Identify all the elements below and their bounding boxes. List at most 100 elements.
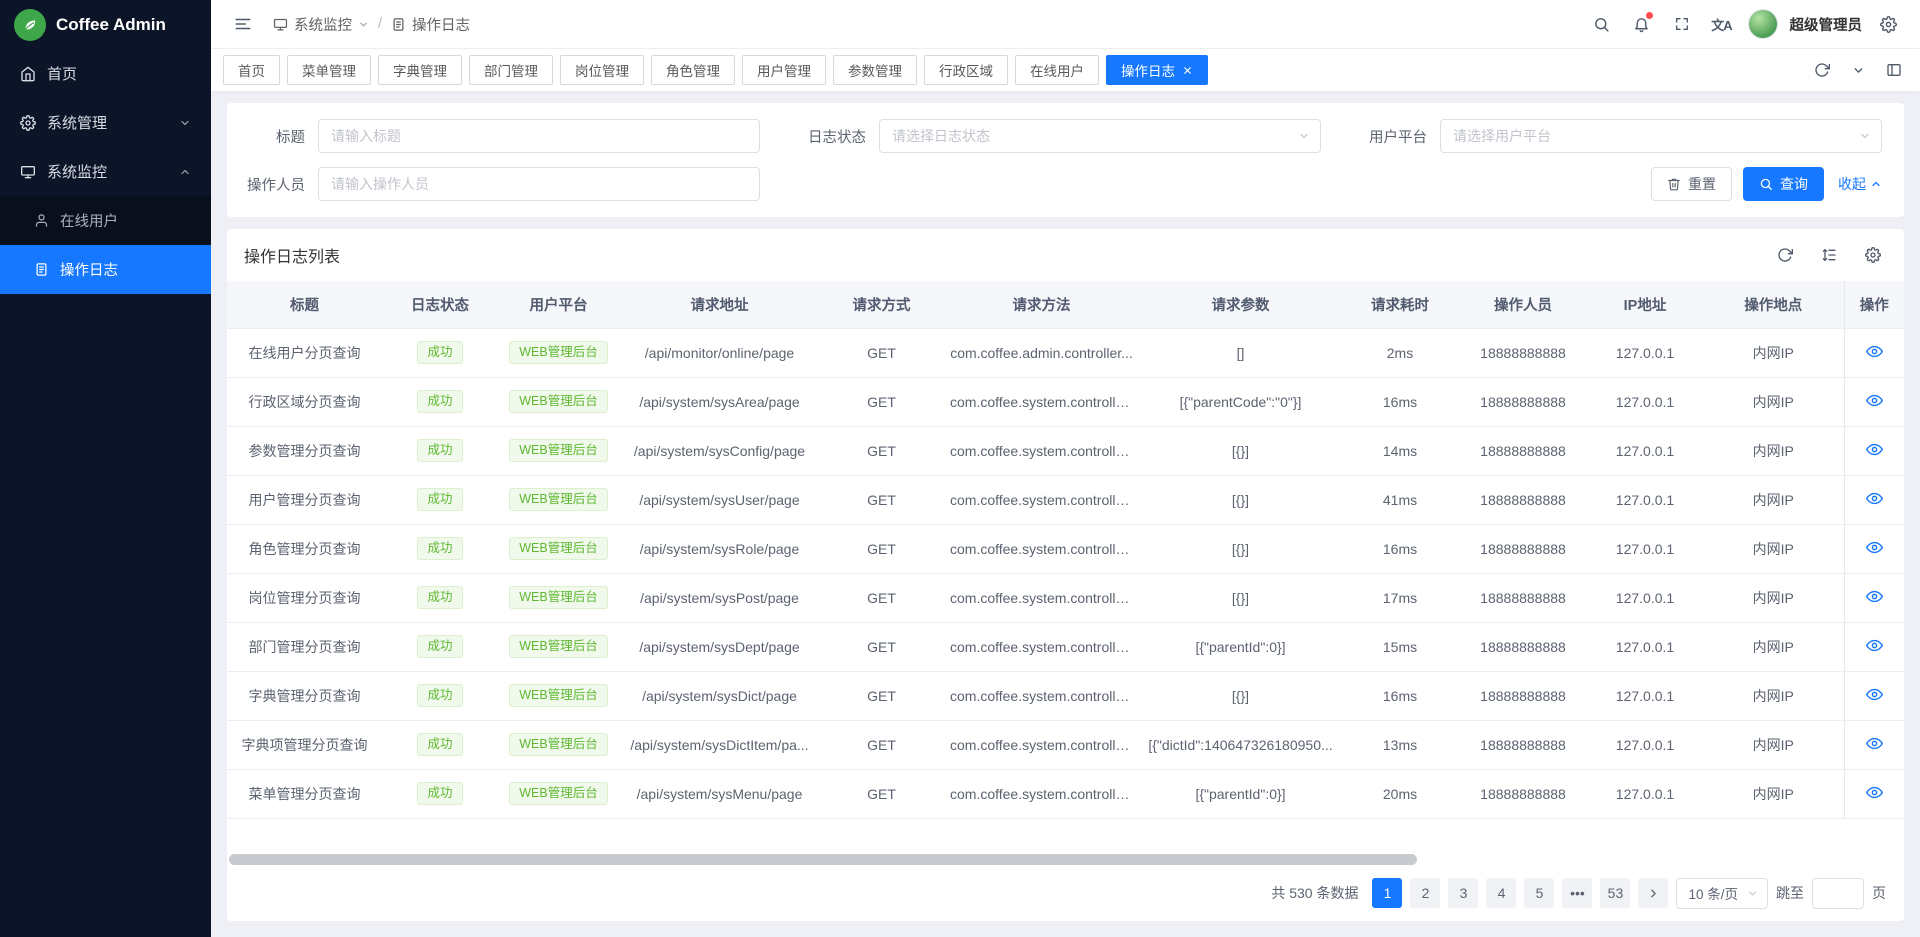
search-button[interactable]: 查询 [1743, 167, 1824, 201]
page-button[interactable]: 53 [1600, 878, 1630, 908]
sidebar-item-home[interactable]: 首页 [0, 49, 211, 98]
tab[interactable]: 菜单管理 [287, 55, 371, 85]
tab[interactable]: 首页 [223, 55, 280, 85]
cell-platform: WEB管理后台 [498, 475, 619, 524]
table-row: 用户管理分页查询成功WEB管理后台/api/system/sysUser/pag… [227, 475, 1904, 524]
cell-operator: 18888888888 [1459, 524, 1587, 573]
filter-operator-input[interactable] [318, 167, 760, 201]
cell-ip: 127.0.0.1 [1587, 524, 1703, 573]
cell-operator: 18888888888 [1459, 426, 1587, 475]
view-detail-icon[interactable] [1866, 784, 1883, 801]
status-badge: 成功 [417, 488, 462, 512]
select-placeholder: 请选择用户平台 [1453, 126, 1859, 146]
cell-status: 成功 [382, 573, 498, 622]
cell-handler: com.coffee.system.controlle... [943, 769, 1140, 818]
view-detail-icon[interactable] [1866, 343, 1883, 360]
collapse-link[interactable]: 收起 [1838, 174, 1882, 194]
table-settings-icon[interactable] [1859, 241, 1887, 269]
jump-page-input[interactable] [1812, 878, 1864, 909]
cell-method: GET [820, 475, 943, 524]
breadcrumb-system-monitor[interactable]: 系统监控 [273, 14, 369, 35]
view-detail-icon[interactable] [1866, 441, 1883, 458]
search-icon [1759, 177, 1773, 191]
content-area: 标题 日志状态 请选择日志状态 用户平台 请选择用户平台 [211, 91, 1920, 937]
cell-action [1844, 720, 1904, 769]
notification-bell-icon[interactable] [1628, 10, 1656, 38]
pagination: 共 530 条数据 12345•••53 10 条/页 跳至 页 [227, 865, 1904, 921]
column-header: 请求方式 [820, 281, 943, 328]
tab[interactable]: 角色管理 [651, 55, 735, 85]
page-ellipsis[interactable]: ••• [1562, 878, 1592, 908]
tab-label: 在线用户 [1030, 60, 1084, 80]
refresh-icon[interactable] [1808, 56, 1836, 84]
tab[interactable]: 在线用户 [1015, 55, 1099, 85]
chevron-down-icon [1747, 888, 1758, 899]
tab[interactable]: 岗位管理 [560, 55, 644, 85]
tab[interactable]: 操作日志 [1106, 55, 1208, 85]
cell-title: 部门管理分页查询 [227, 622, 382, 671]
sidebar-item-operation-log[interactable]: 操作日志 [0, 245, 211, 294]
cell-platform: WEB管理后台 [498, 426, 619, 475]
sidebar-item-system-management[interactable]: 系统管理 [0, 98, 211, 147]
tab-label: 首页 [238, 60, 265, 80]
cell-location: 内网IP [1703, 720, 1844, 769]
table-density-icon[interactable] [1815, 241, 1843, 269]
tab-close-icon[interactable] [1182, 65, 1193, 76]
page-button[interactable]: 4 [1486, 878, 1516, 908]
search-icon[interactable] [1588, 10, 1616, 38]
view-detail-icon[interactable] [1866, 735, 1883, 752]
page-button[interactable]: 2 [1410, 878, 1440, 908]
sidebar-collapse-icon[interactable] [229, 10, 257, 38]
cell-location: 内网IP [1703, 475, 1844, 524]
view-detail-icon[interactable] [1866, 539, 1883, 556]
cell-title: 岗位管理分页查询 [227, 573, 382, 622]
username[interactable]: 超级管理员 [1790, 14, 1863, 35]
sidebar-item-label: 在线用户 [60, 210, 118, 231]
view-detail-icon[interactable] [1866, 637, 1883, 654]
cell-status: 成功 [382, 475, 498, 524]
layout-icon[interactable] [1880, 56, 1908, 84]
tab[interactable]: 部门管理 [469, 55, 553, 85]
cell-title: 行政区域分页查询 [227, 377, 382, 426]
cell-status: 成功 [382, 328, 498, 377]
sidebar-item-system-monitor[interactable]: 系统监控 [0, 147, 211, 196]
page-button[interactable]: 5 [1524, 878, 1554, 908]
cell-platform: WEB管理后台 [498, 671, 619, 720]
page-button[interactable]: 1 [1372, 878, 1402, 908]
cell-location: 内网IP [1703, 328, 1844, 377]
translate-icon[interactable]: 文A [1708, 10, 1736, 38]
cell-operator: 18888888888 [1459, 328, 1587, 377]
tab-menu-chevron-icon[interactable] [1844, 56, 1872, 84]
sidebar-item-online-users[interactable]: 在线用户 [0, 196, 211, 245]
filter-title-input[interactable] [318, 119, 760, 153]
settings-gear-icon[interactable] [1874, 10, 1902, 38]
filter-grid: 标题 日志状态 请选择日志状态 用户平台 请选择用户平台 [243, 119, 1882, 201]
view-detail-icon[interactable] [1866, 686, 1883, 703]
tab[interactable]: 字典管理 [378, 55, 462, 85]
filter-status-select[interactable]: 请选择日志状态 [879, 119, 1321, 153]
filter-platform-select[interactable]: 请选择用户平台 [1440, 119, 1882, 153]
tab-label: 菜单管理 [302, 60, 356, 80]
platform-badge: WEB管理后台 [509, 733, 607, 757]
view-detail-icon[interactable] [1866, 588, 1883, 605]
filter-field-platform: 用户平台 请选择用户平台 [1365, 119, 1882, 153]
page-size-select[interactable]: 10 条/页 [1676, 878, 1768, 909]
tab[interactable]: 用户管理 [742, 55, 826, 85]
page-button[interactable]: 3 [1448, 878, 1478, 908]
cell-action [1844, 377, 1904, 426]
horizontal-scrollbar-thumb[interactable] [229, 854, 1417, 865]
tab[interactable]: 参数管理 [833, 55, 917, 85]
home-icon [20, 66, 36, 82]
view-detail-icon[interactable] [1866, 490, 1883, 507]
table-refresh-icon[interactable] [1771, 241, 1799, 269]
avatar[interactable] [1748, 9, 1778, 39]
fullscreen-icon[interactable] [1668, 10, 1696, 38]
view-detail-icon[interactable] [1866, 392, 1883, 409]
cell-action [1844, 622, 1904, 671]
cell-platform: WEB管理后台 [498, 328, 619, 377]
cell-platform: WEB管理后台 [498, 720, 619, 769]
reset-button[interactable]: 重置 [1651, 167, 1732, 201]
next-page-button[interactable] [1638, 878, 1668, 908]
tab[interactable]: 行政区域 [924, 55, 1008, 85]
column-header: 请求参数 [1140, 281, 1341, 328]
